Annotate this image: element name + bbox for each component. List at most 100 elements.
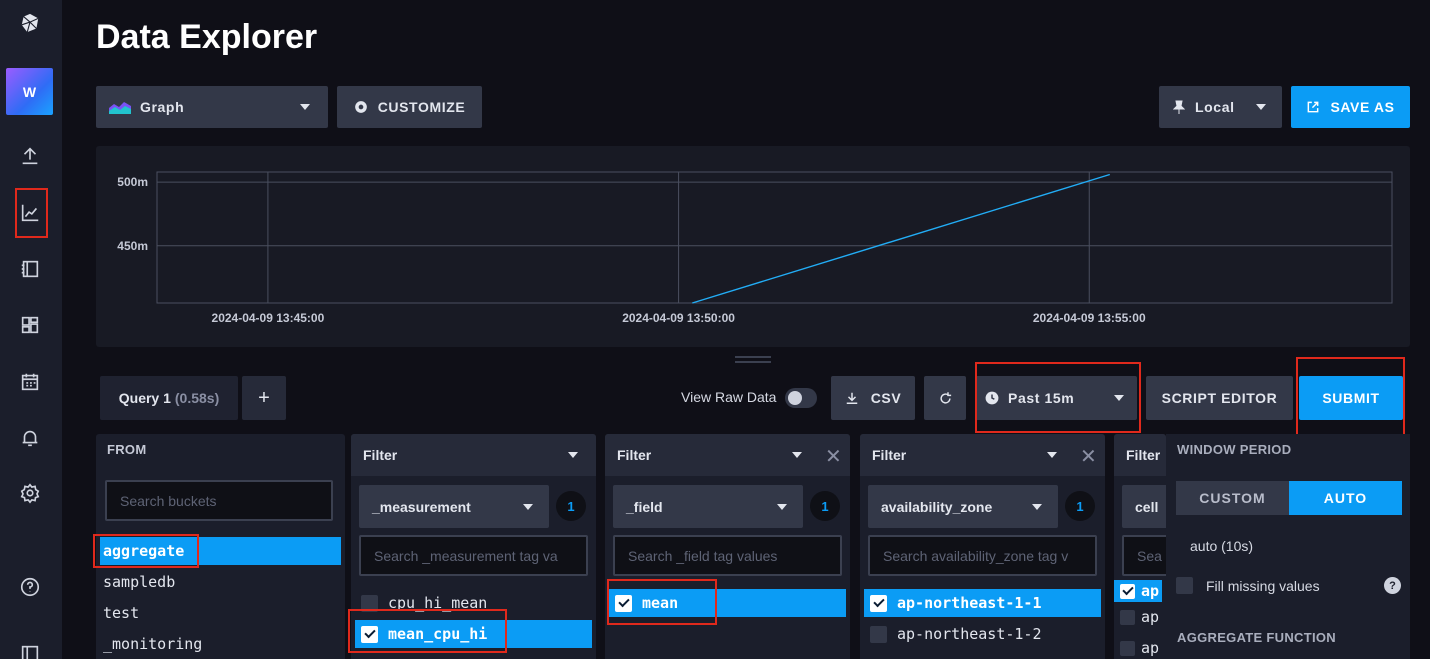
resize-handle-bottom[interactable] bbox=[735, 361, 771, 363]
notebook-icon[interactable] bbox=[16, 255, 44, 283]
checkbox-checked[interactable] bbox=[615, 594, 632, 612]
filter-head-label: Filter bbox=[872, 447, 907, 463]
filter-head-label: Filter bbox=[1126, 447, 1161, 463]
bucket-item[interactable]: test bbox=[100, 599, 341, 627]
close-icon[interactable]: ✕ bbox=[825, 444, 842, 469]
bucket-item[interactable]: sampledb bbox=[100, 568, 341, 596]
checkbox-checked[interactable] bbox=[361, 625, 378, 643]
filter-head[interactable]: Filter bbox=[351, 434, 596, 476]
filter-head[interactable]: Filter bbox=[860, 434, 1105, 476]
bucket-name: test bbox=[103, 604, 140, 622]
selected-count-badge: 1 bbox=[1065, 491, 1095, 521]
dashboards-icon[interactable] bbox=[16, 311, 44, 339]
key-label: _measurement bbox=[372, 498, 471, 515]
field-key-select[interactable]: _field bbox=[613, 485, 803, 528]
tag-value-item[interactable]: mean_cpu_hi bbox=[355, 620, 592, 648]
tasks-icon[interactable] bbox=[16, 368, 44, 396]
time-range-dropdown[interactable]: Past 15m bbox=[975, 376, 1137, 420]
availability-zone-search-input[interactable] bbox=[883, 547, 1095, 564]
sidebar: W bbox=[0, 0, 62, 659]
bucket-search[interactable] bbox=[105, 480, 333, 521]
availability-zone-key-select[interactable]: availability_zone bbox=[868, 485, 1058, 528]
help-icon[interactable]: ? bbox=[1384, 577, 1401, 594]
availability-zone-search[interactable] bbox=[868, 535, 1097, 576]
resize-handle-top[interactable] bbox=[735, 356, 771, 358]
measurement-key-select[interactable]: _measurement bbox=[359, 485, 549, 528]
upload-icon[interactable] bbox=[16, 142, 44, 170]
download-icon bbox=[846, 392, 857, 404]
refresh-button[interactable] bbox=[924, 376, 966, 420]
query-name: Query 1 bbox=[118, 390, 171, 406]
bucket-name: aggregate bbox=[103, 542, 185, 560]
filter-head[interactable]: Filter bbox=[1114, 434, 1166, 476]
tag-value-label: ap bbox=[1141, 608, 1160, 626]
close-icon[interactable]: ✕ bbox=[1080, 444, 1097, 469]
script-editor-button[interactable]: SCRIPT EDITOR bbox=[1146, 376, 1293, 420]
checkbox[interactable] bbox=[1120, 640, 1135, 656]
org-avatar[interactable]: W bbox=[6, 68, 53, 115]
fill-missing-row[interactable]: Fill missing values bbox=[1176, 577, 1320, 594]
gear-icon bbox=[354, 101, 367, 113]
logo-icon[interactable] bbox=[16, 9, 44, 37]
filter-panel-availability-zone: Filter ✕ availability_zone 1 ap-northeas… bbox=[860, 434, 1105, 659]
bucket-search-input[interactable] bbox=[120, 492, 331, 509]
help-icon[interactable] bbox=[16, 573, 44, 601]
page-title: Data Explorer bbox=[96, 18, 318, 56]
checkbox-checked[interactable] bbox=[1120, 583, 1135, 599]
tag-value-item[interactable]: ap bbox=[1114, 580, 1162, 602]
tag-value-item[interactable]: ap bbox=[1114, 637, 1162, 659]
tag-value-label: cpu_hi_mean bbox=[388, 594, 488, 612]
selected-count-badge: 1 bbox=[556, 491, 586, 521]
custom-toggle[interactable]: CUSTOM bbox=[1176, 481, 1289, 515]
line-chart: 2024-04-09 13:45:00 2024-04-09 13:50:00 20… bbox=[117, 171, 1393, 325]
measurement-search-input[interactable] bbox=[374, 547, 586, 564]
timezone-dropdown[interactable]: Local bbox=[1159, 86, 1282, 128]
graph-panel[interactable]: 2024-04-09 13:45:00 2024-04-09 13:50:00 20… bbox=[96, 146, 1410, 347]
filter-head-label: Filter bbox=[617, 447, 652, 463]
field-search-input[interactable] bbox=[628, 547, 840, 564]
save-as-button[interactable]: SAVE AS bbox=[1291, 86, 1410, 128]
tag-value-label: ap bbox=[1141, 639, 1160, 657]
graph-type-icon bbox=[109, 102, 131, 114]
checkbox[interactable] bbox=[361, 594, 378, 612]
cell-search[interactable]: Sea bbox=[1122, 535, 1166, 576]
add-query-button[interactable]: + bbox=[242, 376, 286, 420]
view-raw-data-toggle[interactable] bbox=[785, 388, 817, 408]
key-label: cell bbox=[1135, 498, 1159, 515]
tag-value-label: mean_cpu_hi bbox=[388, 625, 488, 643]
bucket-item[interactable]: _monitoring bbox=[100, 630, 341, 658]
submit-button[interactable]: SUBMIT bbox=[1299, 376, 1403, 420]
filter-head[interactable]: Filter bbox=[605, 434, 850, 476]
auto-period-value: auto (10s) bbox=[1190, 538, 1254, 554]
tag-value-label: ap bbox=[1141, 582, 1160, 600]
timezone-label: Local bbox=[1195, 99, 1235, 115]
csv-button[interactable]: CSV bbox=[831, 376, 915, 420]
cell-key-select[interactable]: cell bbox=[1122, 485, 1166, 528]
checkbox[interactable] bbox=[870, 625, 887, 643]
graph-icon[interactable] bbox=[16, 199, 44, 227]
tag-value-item[interactable]: cpu_hi_mean bbox=[355, 589, 592, 617]
checkbox[interactable] bbox=[1120, 609, 1135, 625]
auto-toggle[interactable]: AUTO bbox=[1289, 481, 1402, 515]
collapse-icon[interactable] bbox=[16, 640, 44, 659]
tag-value-item[interactable]: ap bbox=[1114, 606, 1162, 628]
x-tick-label: 2024-04-09 13:50:00 bbox=[622, 311, 735, 325]
tag-value-item[interactable]: mean bbox=[609, 589, 846, 617]
toggle-knob bbox=[788, 391, 802, 405]
selected-count-badge: 1 bbox=[810, 491, 840, 521]
view-type-dropdown[interactable]: Graph bbox=[96, 86, 328, 128]
query-tab[interactable]: Query 1 (0.58s) bbox=[100, 376, 238, 420]
customize-button[interactable]: CUSTOMIZE bbox=[337, 86, 482, 128]
tag-value-item[interactable]: ap-northeast-1-2 bbox=[864, 620, 1101, 648]
tag-value-item[interactable]: ap-northeast-1-1 bbox=[864, 589, 1101, 617]
bucket-item[interactable]: aggregate bbox=[100, 537, 341, 565]
field-search[interactable] bbox=[613, 535, 842, 576]
alerts-icon[interactable] bbox=[16, 424, 44, 452]
settings-icon[interactable] bbox=[16, 479, 44, 507]
x-tick-label: 2024-04-09 13:45:00 bbox=[212, 311, 325, 325]
pin-icon bbox=[1173, 100, 1185, 114]
checkbox-checked[interactable] bbox=[870, 594, 887, 612]
aggregate-function-title: AGGREGATE FUNCTION bbox=[1177, 630, 1336, 645]
fill-missing-checkbox[interactable] bbox=[1176, 577, 1193, 594]
measurement-search[interactable] bbox=[359, 535, 588, 576]
